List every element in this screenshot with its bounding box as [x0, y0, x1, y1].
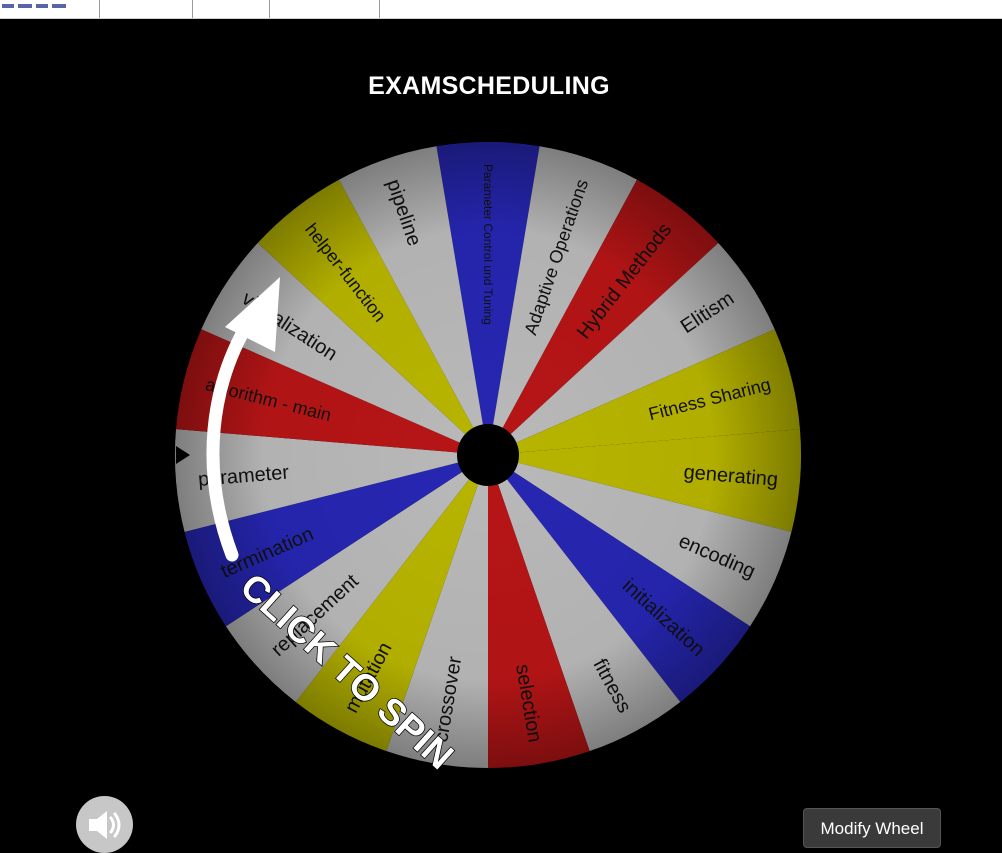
wheel-segment-label: Parameter Control und Tuning: [481, 164, 495, 325]
sound-toggle-button[interactable]: [76, 796, 133, 853]
wheel-center-hub: [457, 424, 519, 486]
modify-wheel-button[interactable]: Modify Wheel: [803, 808, 941, 848]
spin-wheel-canvas[interactable]: Parameter Control und Tuning Adaptive Ope…: [0, 0, 1002, 837]
speaker-icon: [89, 811, 121, 839]
